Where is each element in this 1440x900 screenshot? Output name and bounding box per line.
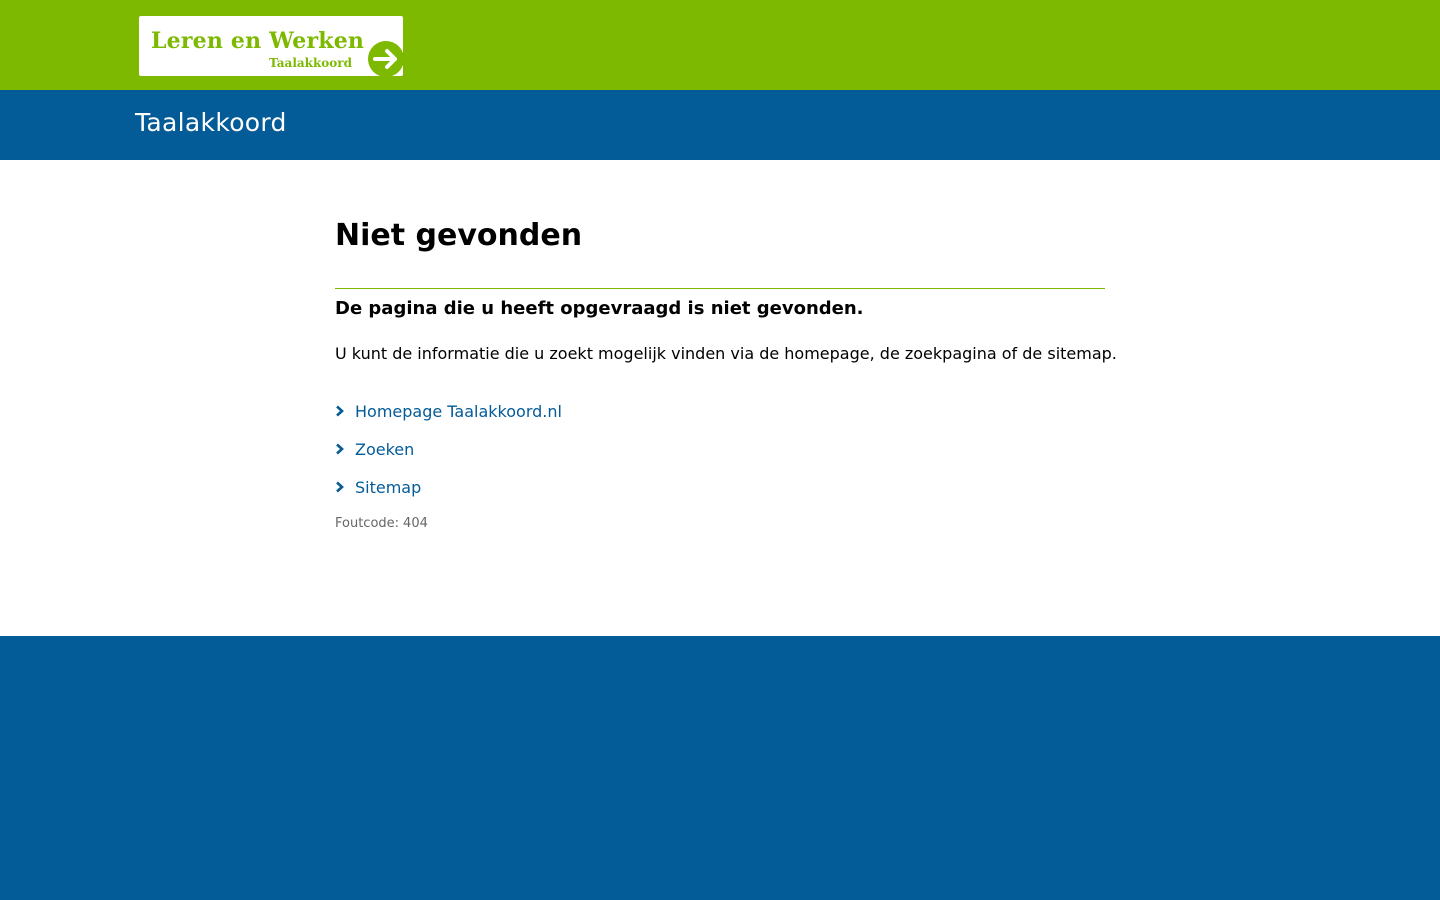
error-subtitle: De pagina die u heeft opgevraagd is niet… (335, 298, 864, 319)
error-code-label: Foutcode: (335, 516, 400, 531)
error-code: Foutcode: 404 (335, 516, 432, 531)
chevron-right-icon (335, 477, 355, 497)
link-list: Homepage Taalakkoord.nl Zoeken Sitemap (335, 392, 562, 506)
arrow-right-icon (368, 41, 404, 77)
chevron-right-icon (335, 439, 355, 459)
logo-title: Leren en Werken (151, 28, 365, 54)
list-item: Homepage Taalakkoord.nl (335, 392, 562, 430)
logo-subtitle: Taalakkoord (269, 56, 353, 70)
chevron-right-icon (335, 401, 355, 421)
list-item: Sitemap (335, 468, 562, 506)
search-link[interactable]: Zoeken (355, 440, 414, 459)
error-description: U kunt de informatie die u zoekt mogelij… (335, 344, 1117, 363)
sitemap-link[interactable]: Sitemap (355, 478, 421, 497)
footer (0, 636, 1440, 900)
site-title[interactable]: Taalakkoord (135, 108, 287, 137)
site-logo[interactable]: Leren en Werken Taalakkoord (139, 16, 404, 77)
homepage-link[interactable]: Homepage Taalakkoord.nl (355, 402, 562, 421)
site-title-bar: Taalakkoord (0, 90, 1440, 160)
list-item: Zoeken (335, 430, 562, 468)
error-code-value: 404 (403, 516, 428, 531)
page-title: Niet gevonden (335, 218, 583, 253)
top-bar: Leren en Werken Taalakkoord (0, 0, 1440, 90)
divider (335, 288, 1105, 289)
